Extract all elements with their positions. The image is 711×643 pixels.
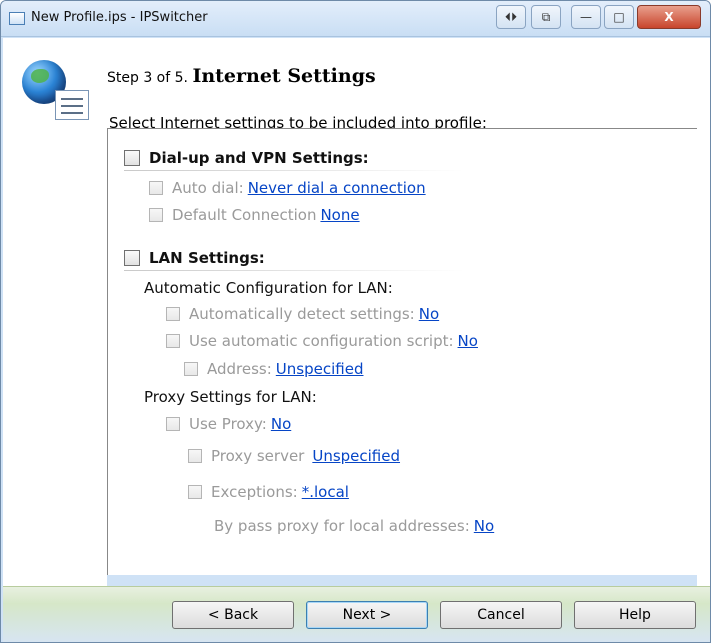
auto-config-heading: Automatic Configuration for LAN:: [144, 279, 393, 297]
address-label: Address:: [207, 360, 272, 378]
next-button[interactable]: Next >: [306, 601, 428, 629]
dialup-section-title: Dial-up and VPN Settings:: [149, 149, 369, 167]
step-title: Step 3 of 5. Internet Settings: [107, 65, 376, 87]
use-script-row[interactable]: Use automatic configuration script: No: [166, 332, 478, 350]
wizard-footer: < Back Next > Cancel Help: [3, 586, 710, 642]
checklist-icon: [55, 90, 89, 120]
use-proxy-row[interactable]: Use Proxy: No: [166, 415, 291, 433]
use-proxy-checkbox[interactable]: [166, 417, 180, 431]
step-prefix: Step 3 of 5.: [107, 70, 188, 86]
auto-dial-label: Auto dial:: [172, 179, 244, 197]
auto-dial-row[interactable]: Auto dial: Never dial a connection: [149, 179, 426, 197]
title-bar[interactable]: New Profile.ips - IPSwitcher ⏴⏵ ⧉ — □ X: [1, 1, 710, 37]
auto-dial-link[interactable]: Never dial a connection: [248, 179, 426, 197]
lan-section-title: LAN Settings:: [149, 249, 265, 267]
lan-section-row[interactable]: LAN Settings:: [124, 249, 265, 267]
default-connection-row[interactable]: Default Connection None: [149, 206, 360, 224]
left-margin: [3, 128, 107, 586]
auto-detect-link[interactable]: No: [419, 305, 439, 323]
wizard-header: Step 3 of 5. Internet Settings Select In…: [3, 38, 710, 132]
auto-detect-row[interactable]: Automatically detect settings: No: [166, 305, 439, 323]
window-title: New Profile.ips - IPSwitcher: [31, 10, 208, 25]
use-script-link[interactable]: No: [458, 332, 478, 350]
default-connection-link[interactable]: None: [320, 206, 359, 224]
address-checkbox[interactable]: [184, 362, 198, 376]
use-script-label: Use automatic configuration script:: [189, 332, 454, 350]
proxy-heading-row: Proxy Settings for LAN:: [144, 388, 317, 406]
exceptions-row[interactable]: Exceptions: *.local: [188, 483, 349, 501]
help-button[interactable]: Help: [574, 601, 696, 629]
dialup-separator: [124, 170, 464, 171]
settings-panel: Dial-up and VPN Settings: Auto dial: Nev…: [107, 128, 697, 575]
exceptions-label: Exceptions:: [211, 483, 298, 501]
address-link[interactable]: Unspecified: [276, 360, 364, 378]
panel-right-edge: [697, 128, 710, 586]
bypass-label: By pass proxy for local addresses:: [214, 517, 470, 535]
back-button[interactable]: < Back: [172, 601, 294, 629]
proxy-server-link[interactable]: Unspecified: [312, 447, 400, 465]
proxy-heading: Proxy Settings for LAN:: [144, 388, 317, 406]
page-title: Internet Settings: [192, 65, 376, 87]
proxy-server-row[interactable]: Proxy server Unspecified: [188, 447, 400, 465]
lan-separator: [124, 270, 464, 271]
minimize-button[interactable]: —: [571, 5, 601, 29]
maximize-button[interactable]: □: [604, 5, 634, 29]
auto-detect-checkbox[interactable]: [166, 307, 180, 321]
auto-config-heading-row: Automatic Configuration for LAN:: [144, 279, 393, 297]
close-button[interactable]: X: [637, 5, 701, 29]
proxy-server-checkbox[interactable]: [188, 449, 202, 463]
bypass-row[interactable]: By pass proxy for local addresses: No: [214, 517, 494, 535]
default-connection-checkbox[interactable]: [149, 208, 163, 222]
exceptions-link[interactable]: *.local: [302, 483, 349, 501]
dialup-section-row[interactable]: Dial-up and VPN Settings:: [124, 149, 369, 167]
dialup-checkbox[interactable]: [124, 150, 140, 166]
window-app-icon: [9, 12, 25, 25]
cancel-button[interactable]: Cancel: [440, 601, 562, 629]
window-extra-button-1[interactable]: ⏴⏵: [496, 5, 526, 29]
bypass-link[interactable]: No: [474, 517, 494, 535]
use-script-checkbox[interactable]: [166, 334, 180, 348]
auto-detect-label: Automatically detect settings:: [189, 305, 415, 323]
auto-dial-checkbox[interactable]: [149, 181, 163, 195]
use-proxy-label: Use Proxy:: [189, 415, 267, 433]
default-connection-label: Default Connection: [172, 206, 317, 224]
proxy-server-label: Proxy server: [211, 447, 305, 465]
use-proxy-link[interactable]: No: [271, 415, 291, 433]
exceptions-checkbox[interactable]: [188, 485, 202, 499]
address-row[interactable]: Address: Unspecified: [184, 360, 363, 378]
wizard-window: New Profile.ips - IPSwitcher ⏴⏵ ⧉ — □ X …: [0, 0, 711, 643]
window-extra-button-2[interactable]: ⧉: [531, 5, 561, 29]
lan-checkbox[interactable]: [124, 250, 140, 266]
